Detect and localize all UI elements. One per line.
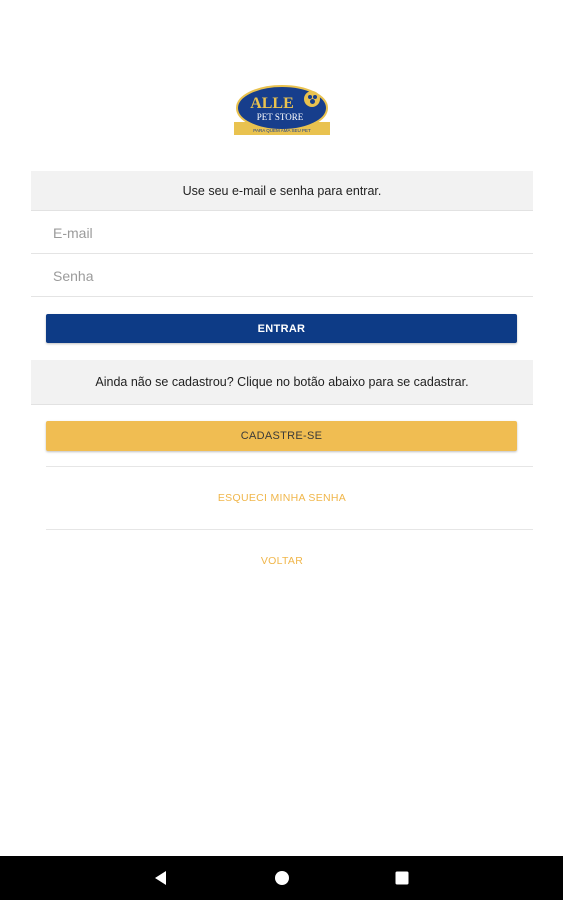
divider: [46, 466, 533, 467]
login-instruction: Use seu e-mail e senha para entrar.: [31, 171, 533, 211]
store-logo-graphic: ALLE PET STORE PARA QUEM AMA SEU PET: [234, 85, 330, 135]
login-button[interactable]: ENTRAR: [46, 314, 517, 343]
system-navigation-bar: [0, 856, 563, 900]
store-logo: ALLE PET STORE PARA QUEM AMA SEU PET: [234, 84, 330, 136]
logo-name-top: ALLE: [250, 95, 294, 112]
password-field-wrapper: [31, 255, 533, 297]
nav-recents-button[interactable]: [380, 856, 424, 900]
email-field-wrapper: [31, 212, 533, 254]
forgot-password-link[interactable]: ESQUECI MINHA SENHA: [31, 492, 533, 504]
password-field[interactable]: [31, 255, 533, 296]
nav-home-button[interactable]: [260, 856, 304, 900]
recents-square-icon: [395, 871, 409, 885]
divider: [46, 529, 533, 530]
logo-tagline: PARA QUEM AMA SEU PET: [253, 128, 311, 133]
register-button[interactable]: CADASTRE-SE: [46, 421, 517, 451]
back-link[interactable]: VOLTAR: [31, 555, 533, 567]
nav-back-button[interactable]: [139, 856, 183, 900]
back-triangle-icon: [155, 871, 166, 885]
home-circle-icon: [275, 871, 289, 885]
logo-name-bottom: PET STORE: [257, 112, 304, 122]
register-prompt: Ainda não se cadastrou? Clique no botão …: [31, 360, 533, 405]
email-field[interactable]: [31, 212, 533, 253]
